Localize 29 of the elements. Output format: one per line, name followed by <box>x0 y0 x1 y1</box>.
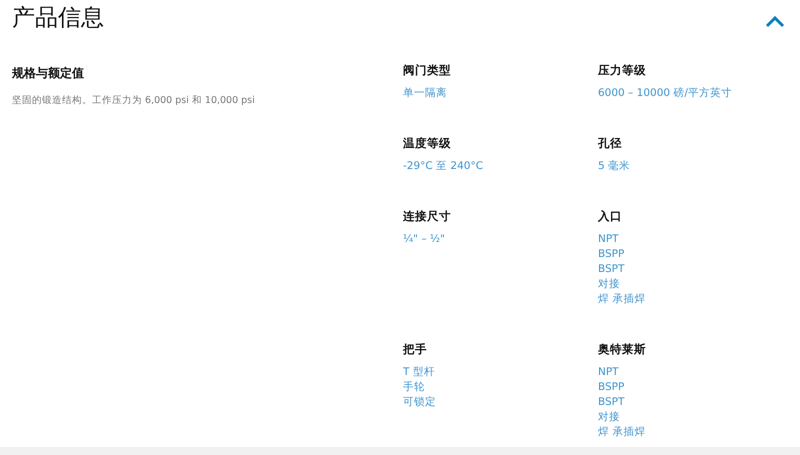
spec-value: 对接 <box>598 277 620 292</box>
spec-value: 6000 – 10000 磅/平方英寸 <box>598 86 732 101</box>
spec-value: BSPT <box>598 262 624 277</box>
spec-label: 孔径 <box>598 135 622 151</box>
spec-label: 温度等级 <box>403 135 451 151</box>
spec-label: 奥特莱斯 <box>598 341 646 357</box>
spec-value: 焊 承插焊 <box>598 292 646 307</box>
spec-label: 入口 <box>598 208 622 224</box>
spec-value: NPT <box>598 232 619 247</box>
spec-value: 可锁定 <box>403 395 436 410</box>
specs-description: 坚固的锻造结构。工作压力为 6,000 psi 和 10,000 psi <box>12 94 255 108</box>
spec-value: 焊 承插焊 <box>598 425 646 440</box>
spec-label: 压力等级 <box>598 62 646 78</box>
spec-value: NPT <box>598 365 619 380</box>
specs-heading: 规格与额定值 <box>12 65 84 82</box>
spec-value: ¼" – ½" <box>403 232 445 247</box>
spec-label: 连接尺寸 <box>403 208 451 224</box>
spec-label: 把手 <box>403 341 427 357</box>
spec-value: 单一隔离 <box>403 86 447 101</box>
spec-label: 阀门类型 <box>403 62 451 78</box>
spec-value: 手轮 <box>403 380 425 395</box>
spec-value: -29°C 至 240°C <box>403 159 484 174</box>
spec-value: BSPP <box>598 247 624 262</box>
spec-value: BSPT <box>598 395 624 410</box>
spec-value: 对接 <box>598 410 620 425</box>
section-title: 产品信息 <box>12 4 104 33</box>
spec-value: 5 毫米 <box>598 159 630 174</box>
spec-value: BSPP <box>598 380 624 395</box>
spec-value: T 型杆 <box>403 365 435 380</box>
